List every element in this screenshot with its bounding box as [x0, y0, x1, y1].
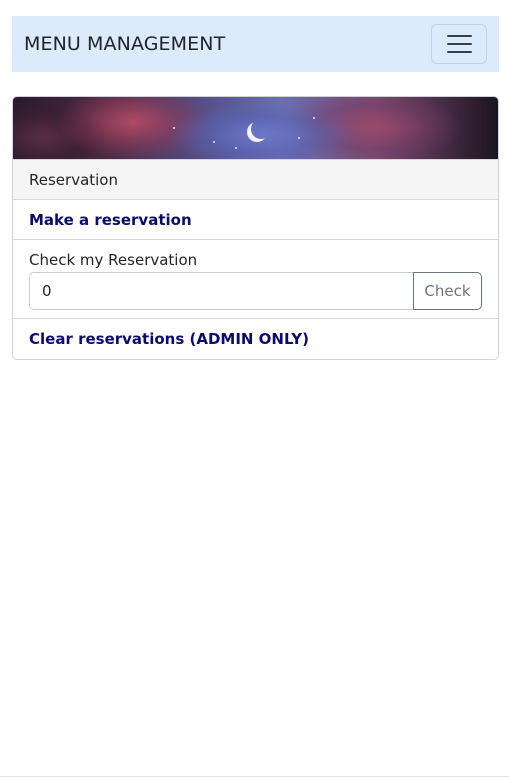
page-bottom-divider: [0, 776, 509, 777]
card-header-title: Reservation: [29, 170, 118, 189]
check-button[interactable]: Check: [413, 272, 482, 310]
hamburger-menu-icon-bar: [446, 43, 472, 45]
night-sky-banner-image: [13, 97, 498, 159]
reservation-card: Reservation Make a reservation Check my …: [12, 96, 499, 360]
star-icon: [313, 117, 315, 119]
navbar-toggler-button[interactable]: [431, 24, 487, 64]
star-icon: [235, 147, 237, 149]
make-reservation-link[interactable]: Make a reservation: [29, 211, 192, 229]
clear-reservations-link[interactable]: Clear reservations (ADMIN ONLY): [29, 330, 309, 348]
hamburger-menu-icon: [446, 35, 472, 37]
crescent-moon-icon: [251, 119, 271, 139]
hamburger-menu-icon-bar: [446, 51, 472, 53]
check-reservation-label: Check my Reservation: [29, 251, 198, 269]
card-header: Reservation: [13, 159, 498, 200]
check-reservation-input-group: Check: [29, 272, 482, 310]
navbar-brand[interactable]: MENU MANAGEMENT: [24, 33, 225, 55]
star-icon: [213, 141, 215, 143]
star-icon: [298, 137, 300, 139]
list-item-check-reservation: Check my Reservation Check: [13, 240, 498, 319]
list-item-make-reservation: Make a reservation: [13, 200, 498, 240]
top-navbar: MENU MANAGEMENT: [12, 16, 499, 72]
reservation-number-input[interactable]: [29, 272, 413, 310]
list-item-clear-reservations: Clear reservations (ADMIN ONLY): [13, 319, 498, 359]
star-icon: [173, 127, 175, 129]
